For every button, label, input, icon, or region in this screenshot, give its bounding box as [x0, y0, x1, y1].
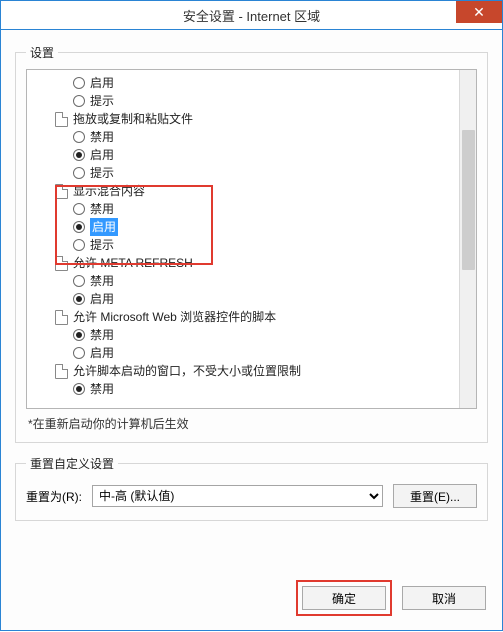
radio-icon[interactable]	[73, 77, 85, 89]
file-icon	[55, 364, 68, 379]
radio-icon[interactable]	[73, 203, 85, 215]
radio-icon[interactable]	[73, 383, 85, 395]
radio-icon[interactable]	[73, 275, 85, 287]
settings-legend: 设置	[26, 44, 58, 61]
tree-option-label: 启用	[90, 74, 114, 92]
reset-group: 重置自定义设置 重置为(R): 中-高 (默认值) 重置(E)...	[15, 455, 488, 521]
reset-legend: 重置自定义设置	[26, 455, 118, 472]
reset-select[interactable]: 中-高 (默认值)	[92, 485, 383, 507]
tree-category: 允许 META REFRESH	[55, 254, 476, 272]
tree-option[interactable]: 提示	[73, 236, 476, 254]
radio-icon[interactable]	[73, 239, 85, 251]
dialog-body: 设置 启用提示拖放或复制和粘贴文件禁用启用提示显示混合内容禁用启用提示允许 ME…	[0, 30, 503, 631]
tree-option-label: 提示	[90, 236, 114, 254]
tree-option[interactable]: 启用	[73, 290, 476, 308]
settings-tree-inner: 启用提示拖放或复制和粘贴文件禁用启用提示显示混合内容禁用启用提示允许 META …	[31, 74, 476, 398]
tree-option-label: 禁用	[90, 128, 114, 146]
close-icon: ✕	[473, 5, 485, 19]
tree-option[interactable]: 禁用	[73, 326, 476, 344]
restart-note: *在重新启动你的计算机后生效	[28, 415, 475, 432]
radio-icon[interactable]	[73, 293, 85, 305]
reset-button[interactable]: 重置(E)...	[393, 484, 477, 508]
reset-label: 重置为(R):	[26, 488, 82, 505]
tree-option-label: 提示	[90, 164, 114, 182]
ok-highlight: 确定	[296, 580, 392, 616]
tree-option-label: 启用	[90, 344, 114, 362]
tree-option-label: 启用	[90, 218, 118, 236]
tree-option[interactable]: 启用	[73, 218, 476, 236]
cancel-button[interactable]: 取消	[402, 586, 486, 610]
radio-icon[interactable]	[73, 95, 85, 107]
settings-group: 设置 启用提示拖放或复制和粘贴文件禁用启用提示显示混合内容禁用启用提示允许 ME…	[15, 44, 488, 443]
tree-option-label: 禁用	[90, 200, 114, 218]
tree-option-label: 启用	[90, 146, 114, 164]
radio-icon[interactable]	[73, 149, 85, 161]
radio-icon[interactable]	[73, 347, 85, 359]
tree-option[interactable]: 禁用	[73, 272, 476, 290]
tree-option[interactable]: 禁用	[73, 128, 476, 146]
title-bar: 安全设置 - Internet 区域 ✕	[0, 0, 503, 30]
scrollbar-thumb[interactable]	[462, 130, 475, 270]
close-button[interactable]: ✕	[456, 1, 502, 23]
tree-option[interactable]: 启用	[73, 146, 476, 164]
tree-option-label: 启用	[90, 290, 114, 308]
tree-option[interactable]: 提示	[73, 92, 476, 110]
radio-icon[interactable]	[73, 131, 85, 143]
scrollbar[interactable]	[459, 70, 476, 408]
tree-category: 拖放或复制和粘贴文件	[55, 110, 476, 128]
file-icon	[55, 112, 68, 127]
tree-option[interactable]: 启用	[73, 74, 476, 92]
tree-category-label: 显示混合内容	[73, 182, 145, 200]
file-icon	[55, 184, 68, 199]
radio-icon[interactable]	[73, 329, 85, 341]
window-title: 安全设置 - Internet 区域	[183, 6, 320, 25]
radio-icon[interactable]	[73, 167, 85, 179]
tree-category: 允许脚本启动的窗口，不受大小或位置限制	[55, 362, 476, 380]
tree-option[interactable]: 禁用	[73, 380, 476, 398]
tree-option[interactable]: 启用	[73, 344, 476, 362]
settings-tree[interactable]: 启用提示拖放或复制和粘贴文件禁用启用提示显示混合内容禁用启用提示允许 META …	[26, 69, 477, 409]
file-icon	[55, 256, 68, 271]
tree-category-label: 允许 Microsoft Web 浏览器控件的脚本	[73, 308, 276, 326]
tree-option-label: 禁用	[90, 380, 114, 398]
tree-category: 显示混合内容	[55, 182, 476, 200]
file-icon	[55, 310, 68, 325]
tree-category-label: 拖放或复制和粘贴文件	[73, 110, 193, 128]
dialog-footer: 确定 取消	[296, 580, 486, 616]
tree-category-label: 允许 META REFRESH	[73, 254, 193, 272]
tree-option[interactable]: 提示	[73, 164, 476, 182]
radio-icon[interactable]	[73, 221, 85, 233]
tree-category-label: 允许脚本启动的窗口，不受大小或位置限制	[73, 362, 301, 380]
tree-option-label: 禁用	[90, 272, 114, 290]
tree-option-label: 提示	[90, 92, 114, 110]
tree-option[interactable]: 禁用	[73, 200, 476, 218]
ok-button[interactable]: 确定	[302, 586, 386, 610]
tree-option-label: 禁用	[90, 326, 114, 344]
tree-category: 允许 Microsoft Web 浏览器控件的脚本	[55, 308, 476, 326]
